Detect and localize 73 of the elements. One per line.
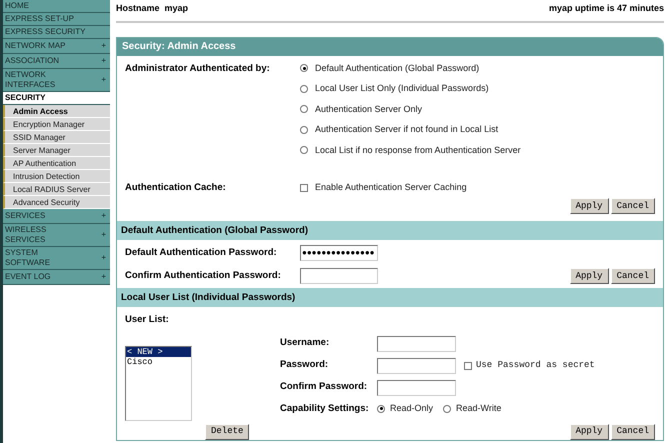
nav-item[interactable]: EXPRESS SECURITY bbox=[3, 26, 110, 39]
input-field[interactable] bbox=[377, 380, 456, 396]
field-label: Confirm Authentication Password: bbox=[125, 269, 282, 284]
nav-subitem[interactable]: Admin Access bbox=[3, 105, 110, 118]
nav-subitem[interactable]: AP Authentication bbox=[3, 157, 110, 170]
delete-button[interactable]: Delete bbox=[205, 424, 250, 440]
checkbox[interactable] bbox=[464, 362, 472, 370]
checkbox[interactable] bbox=[300, 184, 308, 192]
list-item[interactable]: Cisco bbox=[126, 356, 191, 366]
nav-subitem[interactable]: Server Manager bbox=[3, 144, 110, 157]
nav-item[interactable]: SECURITY bbox=[3, 92, 110, 105]
input-field[interactable]: ●●●●●●●●●●●●●●● bbox=[300, 245, 378, 262]
expand-icon[interactable]: + bbox=[101, 74, 108, 86]
nav-item[interactable]: SERVICES + bbox=[3, 209, 110, 224]
field-label: Confirm Password: bbox=[280, 380, 368, 394]
radio-button[interactable] bbox=[300, 105, 308, 114]
option-label: Default Authentication (Global Password) bbox=[315, 62, 480, 75]
section-header: Security: Admin Access bbox=[117, 38, 663, 56]
input-field[interactable] bbox=[300, 268, 378, 284]
option-label: Local List if no response from Authentication Server bbox=[315, 144, 521, 157]
radio-button[interactable] bbox=[300, 84, 308, 93]
field-label: Capability Settings: bbox=[280, 402, 370, 416]
expand-icon[interactable]: + bbox=[101, 55, 108, 67]
field-label: User List: bbox=[125, 313, 170, 328]
nav-item[interactable]: HOME bbox=[3, 0, 110, 13]
field-label: Password: bbox=[280, 358, 330, 372]
nav-item[interactable]: ASSOCIATION + bbox=[3, 54, 110, 69]
option-label: Read-Only bbox=[390, 402, 434, 415]
section-header: Local User List (Individual Passwords) bbox=[117, 288, 663, 308]
radio-button[interactable] bbox=[300, 64, 308, 72]
nav-item[interactable]: EVENT LOG + bbox=[3, 270, 110, 285]
nav-item[interactable]: SYSTEM SOFTWARE + bbox=[3, 247, 110, 270]
radio-button[interactable] bbox=[377, 404, 385, 413]
uptime-text: myap uptime is 47 minutes bbox=[548, 2, 664, 15]
field-label: Default Authentication Password: bbox=[125, 246, 278, 260]
expand-icon[interactable]: + bbox=[101, 210, 108, 222]
nav-subitem[interactable]: Local RADIUS Server bbox=[3, 183, 110, 196]
expand-icon[interactable]: + bbox=[101, 40, 108, 52]
field-label: Username: bbox=[280, 336, 330, 350]
field-label: Authentication Cache: bbox=[125, 181, 227, 195]
nav-item[interactable]: EXPRESS SET-UP bbox=[3, 13, 110, 26]
apply-button[interactable]: Apply bbox=[570, 198, 609, 214]
option-label: Authentication Server if not found in Local List bbox=[315, 123, 498, 136]
expand-icon[interactable]: + bbox=[101, 271, 108, 283]
option-label: Enable Authentication Server Caching bbox=[315, 181, 467, 194]
nav-item[interactable]: NETWORK INTERFACES + bbox=[3, 69, 110, 92]
expand-icon[interactable]: + bbox=[101, 229, 108, 241]
cancel-button[interactable]: Cancel bbox=[610, 424, 655, 440]
radio-button[interactable] bbox=[300, 146, 308, 154]
input-field[interactable] bbox=[377, 358, 456, 374]
expand-icon[interactable]: + bbox=[101, 252, 108, 264]
nav-item[interactable]: NETWORK MAP + bbox=[3, 39, 110, 54]
option-label: Authentication Server Only bbox=[315, 102, 422, 116]
user-list[interactable]: < NEW > Cisco bbox=[125, 346, 192, 420]
option-label: Local User List Only (Individual Passwords) bbox=[315, 82, 489, 95]
radio-button[interactable] bbox=[300, 126, 308, 134]
radio-button[interactable] bbox=[443, 404, 452, 413]
option-label: Read-Write bbox=[456, 402, 502, 415]
hostname-text: Hostname myap bbox=[116, 2, 188, 15]
nav-item[interactable]: WIRELESS SERVICES + bbox=[3, 224, 110, 247]
list-item[interactable]: < NEW > bbox=[126, 346, 191, 356]
option-label: Use Password as secret bbox=[476, 358, 595, 372]
apply-button[interactable]: Apply bbox=[570, 424, 609, 440]
nav-subitem[interactable]: SSID Manager bbox=[3, 131, 110, 144]
nav-subitem[interactable]: Encryption Manager bbox=[3, 118, 110, 131]
field-label: Administrator Authenticated by: bbox=[125, 62, 271, 76]
cancel-button[interactable]: Cancel bbox=[610, 268, 655, 284]
cancel-button[interactable]: Cancel bbox=[610, 198, 655, 214]
apply-button[interactable]: Apply bbox=[570, 268, 609, 284]
nav-subitem[interactable]: Advanced Security bbox=[3, 196, 110, 209]
section-header: Default Authentication (Global Password) bbox=[117, 221, 663, 240]
nav-subitem[interactable]: Intrusion Detection bbox=[3, 170, 110, 183]
input-field[interactable] bbox=[377, 336, 456, 352]
